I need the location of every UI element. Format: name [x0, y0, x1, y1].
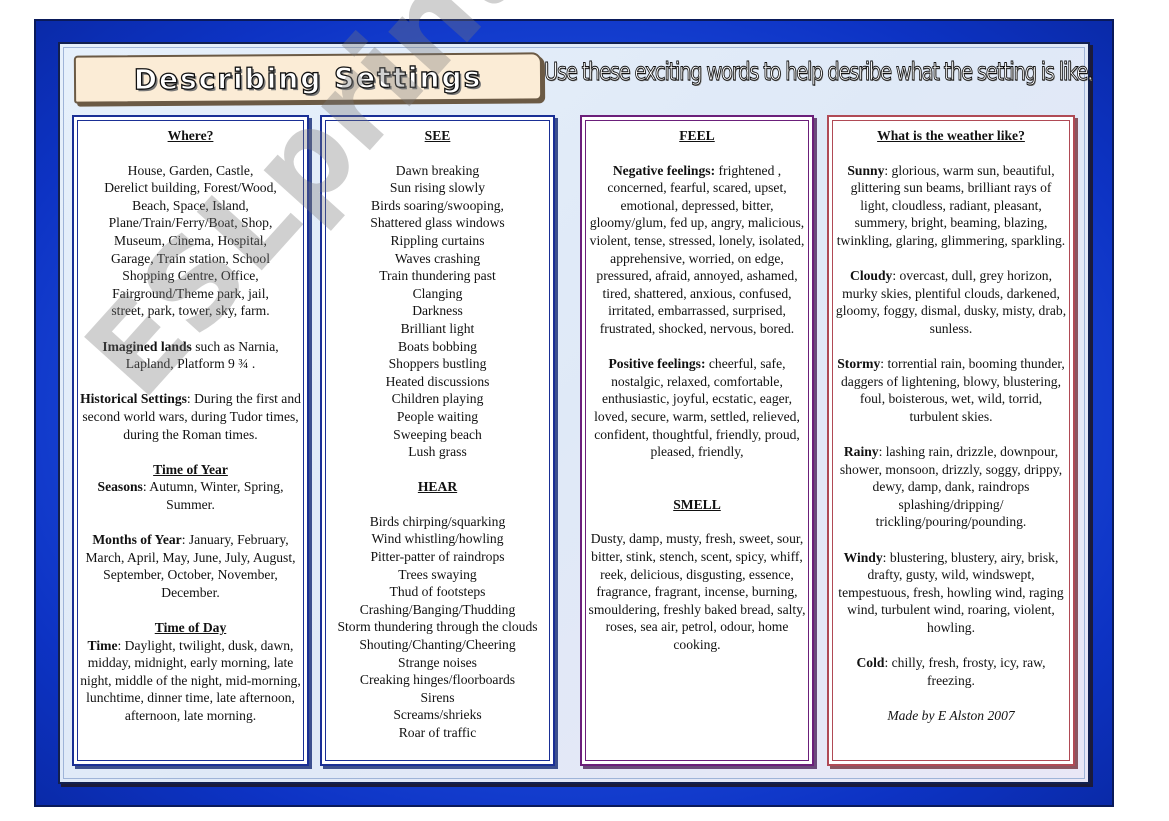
positive-label: Positive feelings: — [608, 356, 706, 372]
hear-item: Wind whistling/howling — [371, 531, 504, 547]
seasons-label: Seasons — [97, 479, 143, 495]
time-of-day-heading: Time of Day — [154, 620, 227, 636]
windy-label: Windy — [843, 549, 883, 565]
see-hear-column: SEE Dawn breaking Sun rising slowly Bird… — [320, 115, 555, 766]
sunny-label: Sunny — [847, 162, 885, 178]
weather-cloudy: Cloudy: overcast, dull, grey horizon, mu… — [835, 267, 1067, 337]
see-item: Shoppers bustling — [388, 356, 487, 372]
negative-text: frightened , concerned, fearful, scared,… — [589, 162, 805, 336]
rainy-label: Rainy — [843, 444, 879, 460]
imagined-lands: Imagined lands such as Narnia, Lapland, … — [80, 338, 301, 373]
negative-feelings: Negative feelings: frightened , concerne… — [588, 162, 806, 338]
historical-settings: Historical Settings: During the first an… — [80, 390, 301, 443]
see-item: Heated discussions — [385, 373, 490, 389]
feel-smell-column: FEEL Negative feelings: frightened , con… — [580, 115, 814, 766]
see-item: Train thundering past — [379, 268, 496, 284]
hear-item: Roar of traffic — [398, 725, 477, 740]
places-list: House, Garden, Castle, Derelict building… — [80, 162, 301, 320]
places-line: Derelict building, Forest/Wood, — [104, 180, 277, 196]
cold-text: : chilly, fresh, frosty, icy, raw, freez… — [884, 655, 1046, 688]
imagined-label: Imagined lands — [102, 338, 192, 354]
positive-feelings: Positive feelings: cheerful, safe, nosta… — [588, 355, 806, 461]
see-item: Brilliant light — [400, 320, 475, 336]
hear-item: Pitter-patter of raindrops — [370, 549, 505, 565]
author-credit: Made by E Alston 2007 — [887, 708, 1015, 723]
cloudy-label: Cloudy — [850, 268, 893, 284]
see-item: Lush grass — [408, 444, 467, 460]
page-subtitle: Use these exciting words to help desribe… — [544, 57, 1094, 87]
feel-heading: FEEL — [679, 128, 715, 143]
hear-item: Sirens — [420, 689, 455, 705]
see-item: Birds soaring/swooping, — [371, 197, 504, 213]
hear-list: Birds chirping/squarking Wind whistling/… — [328, 513, 547, 742]
hear-item: Crashing/Banging/Thudding — [359, 601, 516, 617]
see-heading: SEE — [424, 128, 451, 143]
where-heading: Where? — [167, 128, 214, 143]
weather-windy: Windy: blustering, blustery, airy, brisk… — [835, 549, 1067, 637]
time-label: Time — [87, 637, 118, 653]
historical-label: Historical Settings — [80, 391, 187, 407]
weather-rainy: Rainy: lashing rain, drizzle, downpour, … — [835, 443, 1067, 531]
places-line: Beach, Space, Island, — [132, 197, 249, 213]
see-item: Darkness — [412, 303, 463, 319]
hear-item: Thud of footsteps — [389, 584, 486, 600]
places-line: House, Garden, Castle, — [127, 162, 254, 178]
hear-item: Creaking hinges/floorboards — [359, 672, 516, 688]
smell-heading: SMELL — [673, 496, 721, 512]
hear-heading: HEAR — [417, 479, 458, 495]
seasons-text: : Autumn, Winter, Spring, Summer. — [142, 479, 284, 512]
where-column: Where? House, Garden, Castle, Derelict b… — [72, 115, 309, 766]
months: Months of Year: January, February, March… — [80, 531, 301, 601]
weather-cold: Cold: chilly, fresh, frosty, icy, raw, f… — [835, 654, 1067, 689]
weather-heading: What is the weather like? — [877, 128, 1025, 143]
see-item: Waves crashing — [394, 250, 481, 266]
page-title: Describing Settings — [133, 60, 483, 97]
positive-text: cheerful, safe, nostalgic, relaxed, comf… — [594, 356, 800, 460]
seasons: Seasons: Autumn, Winter, Spring, Summer. — [80, 478, 301, 513]
places-line: Fairground/Theme park, jail, — [112, 285, 269, 301]
see-list: Dawn breaking Sun rising slowly Birds so… — [328, 162, 547, 461]
hear-item: Shouting/Chanting/Cheering — [359, 637, 516, 653]
places-line: Plane/Train/Ferry/Boat, Shop, — [108, 215, 273, 231]
see-item: Dawn breaking — [395, 162, 480, 178]
places-line: Shopping Centre, Office, — [122, 268, 259, 284]
see-item: Children playing — [391, 391, 484, 407]
see-item: Clanging — [412, 285, 463, 301]
see-item: Shattered glass windows — [370, 215, 505, 231]
see-item: Sweeping beach — [393, 426, 482, 442]
weather-stormy: Stormy: torrential rain, booming thunder… — [835, 355, 1067, 425]
weather-column: What is the weather like? Sunny: gloriou… — [827, 115, 1075, 766]
places-line: Garage, Train station, School — [111, 250, 270, 266]
hear-item: Screams/shrieks — [393, 707, 482, 723]
title-banner: Describing Settings — [73, 52, 543, 104]
weather-sunny: Sunny: glorious, warm sun, beautiful, gl… — [835, 162, 1067, 250]
hear-item: Birds chirping/squarking — [369, 513, 506, 529]
hear-item: Strange noises — [398, 654, 477, 670]
see-item: People waiting — [396, 408, 479, 424]
smell-text: Dusty, damp, musty, fresh, sweet, sour, … — [588, 531, 806, 653]
hear-item: Trees swaying — [398, 566, 477, 582]
places-line: Museum, Cinema, Hospital, — [114, 232, 267, 248]
places-line: street, park, tower, sky, farm. — [111, 303, 270, 319]
see-item: Boats bobbing — [398, 338, 477, 354]
time-of-year-heading: Time of Year — [153, 461, 228, 477]
months-label: Months of Year — [92, 532, 182, 548]
hear-item: Storm thundering through the clouds — [337, 619, 538, 635]
see-item: Sun rising slowly — [389, 180, 486, 196]
see-item: Rippling curtains — [390, 232, 485, 248]
negative-label: Negative feelings: — [612, 162, 716, 178]
stormy-label: Stormy — [837, 356, 881, 372]
cold-label: Cold — [856, 655, 885, 671]
time-of-day: Time: Daylight, twilight, dusk, dawn, mi… — [80, 637, 301, 725]
